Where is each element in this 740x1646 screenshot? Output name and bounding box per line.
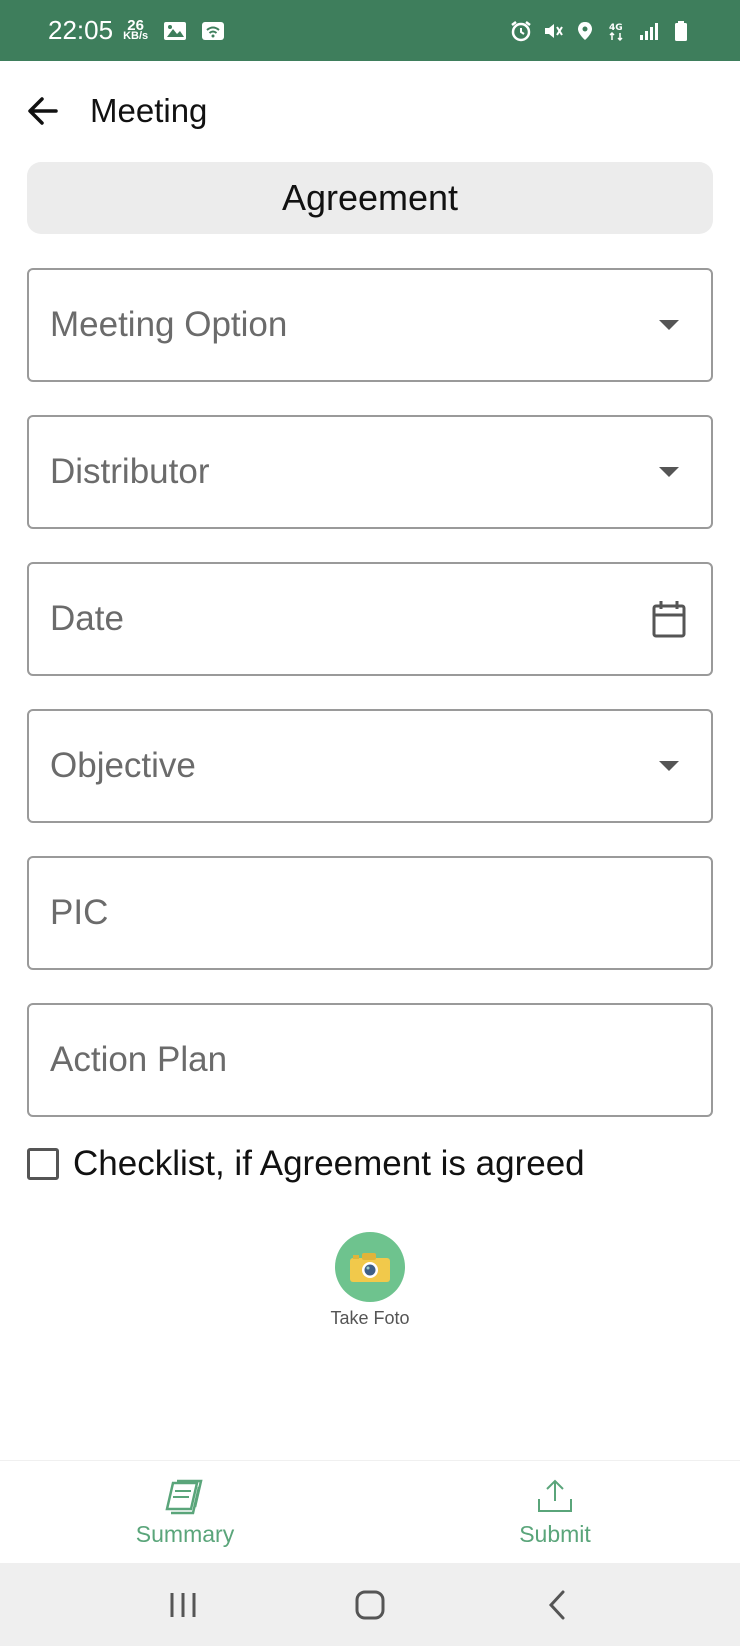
status-bar: 22:05 26 KB/s 4G [0, 0, 740, 61]
upload-icon [538, 1479, 572, 1512]
objective-dropdown[interactable]: Objective [27, 709, 713, 823]
app-header: Meeting [0, 61, 740, 161]
agreement-checkbox-label[interactable]: Checklist, if Agreement is agreed [73, 1144, 585, 1184]
recent-apps-icon [170, 1592, 196, 1617]
take-foto-button[interactable]: Take Foto [320, 1232, 420, 1329]
back-arrow-icon[interactable] [26, 94, 60, 128]
date-field[interactable]: Date [27, 562, 713, 676]
objective-label: Objective [50, 746, 196, 785]
meeting-option-dropdown[interactable]: Meeting Option [27, 268, 713, 382]
status-icons: 4G [510, 20, 692, 42]
section-title: Agreement [27, 162, 713, 234]
agreement-checkbox[interactable] [27, 1148, 59, 1180]
bottom-navigation: Summary Submit [0, 1460, 740, 1563]
home-button[interactable] [340, 1585, 400, 1625]
calendar-icon[interactable] [651, 599, 687, 639]
system-back-button[interactable] [527, 1585, 587, 1625]
network-speed: 26 KB/s [123, 18, 149, 42]
summary-icon [165, 1479, 203, 1514]
system-navigation-bar [0, 1563, 740, 1646]
gallery-icon [164, 21, 187, 40]
network-4g-icon: 4G [609, 23, 623, 41]
distributor-dropdown[interactable]: Distributor [27, 415, 713, 529]
dropdown-caret-icon [659, 467, 679, 477]
take-foto-label: Take Foto [330, 1308, 410, 1328]
alarm-icon [511, 20, 531, 41]
meeting-option-label: Meeting Option [50, 305, 288, 344]
svg-text:4G: 4G [609, 23, 623, 33]
camera-icon[interactable] [335, 1232, 405, 1302]
nav-summary[interactable]: Summary [0, 1461, 370, 1563]
status-time: 22:05 [48, 15, 114, 45]
nav-summary-label: Summary [135, 1520, 235, 1547]
page-title: Meeting [90, 92, 208, 129]
location-icon [578, 21, 592, 40]
mute-icon [545, 23, 563, 38]
dropdown-caret-icon [659, 320, 679, 330]
recent-apps-button[interactable] [153, 1585, 213, 1625]
dropdown-caret-icon [659, 761, 679, 771]
action-plan-label: Action Plan [50, 1040, 228, 1079]
nav-submit[interactable]: Submit [370, 1461, 740, 1563]
action-plan-input[interactable]: Action Plan [27, 1003, 713, 1117]
system-back-icon [548, 1590, 565, 1619]
nav-submit-label: Submit [519, 1520, 591, 1547]
pic-input[interactable]: PIC [27, 856, 713, 970]
battery-icon [675, 20, 687, 41]
wifi-hotspot-icon [202, 21, 225, 40]
date-label: Date [50, 599, 124, 638]
home-icon [355, 1590, 385, 1619]
distributor-label: Distributor [50, 452, 210, 491]
agreement-checklist: Checklist, if Agreement is agreed [27, 1142, 585, 1186]
network-speed-unit: KB/s [123, 29, 149, 42]
pic-label: PIC [50, 893, 109, 932]
signal-icon [640, 22, 658, 40]
